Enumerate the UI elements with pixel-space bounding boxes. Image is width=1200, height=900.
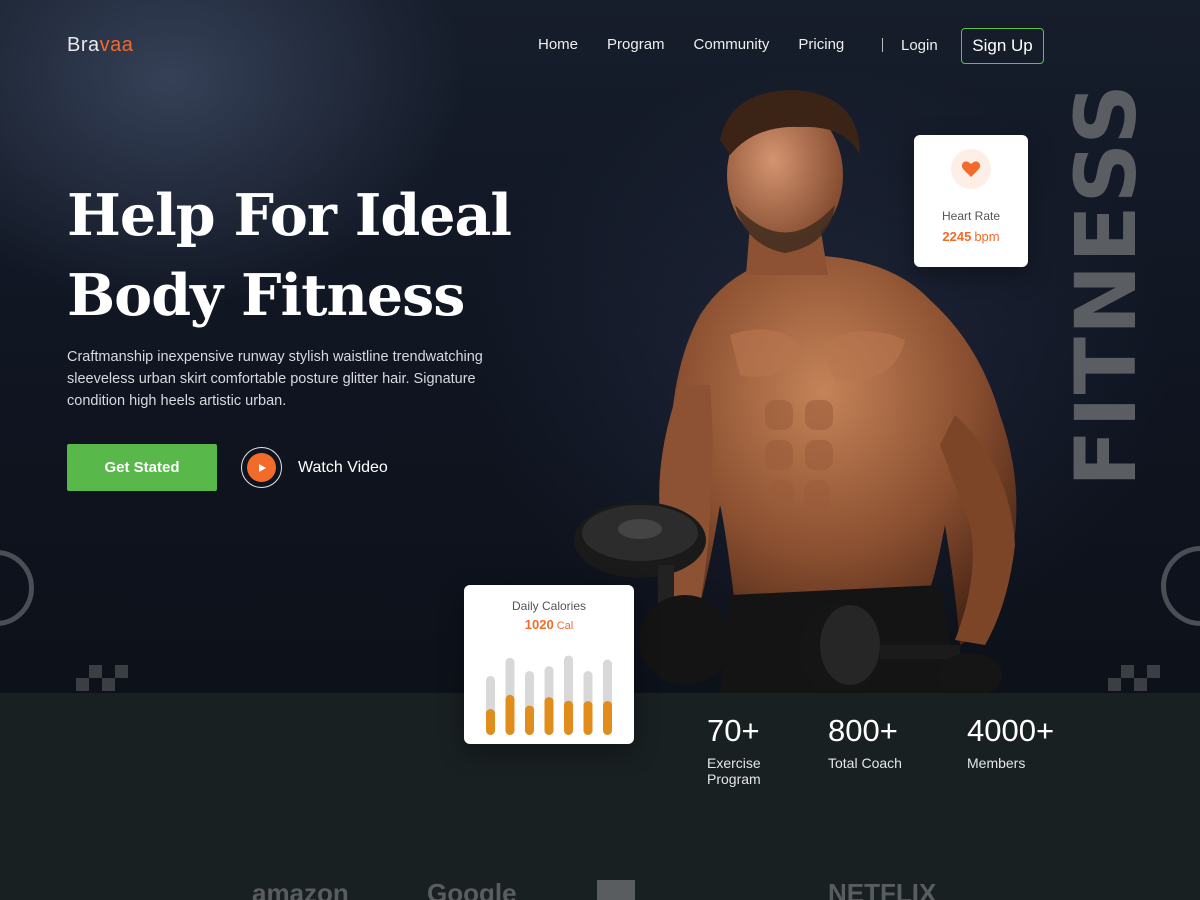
- play-triangle-icon: [258, 463, 266, 472]
- decor-checker-left: [76, 665, 130, 693]
- stat-label: Total Coach: [828, 755, 902, 771]
- calorie-bar-fill: [564, 700, 573, 735]
- calories-label: Daily Calories: [511, 599, 587, 613]
- decor-checker-right: [1108, 665, 1162, 693]
- watch-video-label: Watch Video: [298, 458, 388, 476]
- nav-divider: [882, 38, 883, 52]
- nav-item-pricing[interactable]: Pricing: [798, 36, 844, 53]
- stat-number: 70+: [707, 713, 760, 748]
- calorie-bar-fill: [603, 701, 612, 735]
- heart-rate-label: Heart Rate: [941, 209, 1001, 223]
- brand-logo-part2: vaa: [99, 34, 134, 56]
- calories-number: 1020: [524, 617, 554, 632]
- stat-label: Members: [967, 755, 1026, 771]
- calories-value: 1020 Cal: [464, 617, 634, 632]
- stat-number: 800+: [828, 713, 898, 748]
- calorie-bar-fill: [525, 705, 534, 735]
- main-nav: Home Program Community Pricing: [538, 36, 873, 53]
- brand-logo[interactable]: Bravaa: [67, 34, 133, 57]
- brand-logo-block: [597, 880, 635, 900]
- stat-exercise: 70+ Exercise Program: [707, 713, 777, 787]
- hero-title-line1: Help For Ideal: [67, 182, 512, 249]
- calorie-bar-fill: [544, 697, 554, 735]
- nav-item-home[interactable]: Home: [538, 36, 578, 53]
- fitness-vertical-text: FITNESS: [1057, 82, 1155, 487]
- heart-icon-badge: [951, 149, 991, 189]
- stat-coach: 800+ Total Coach: [828, 713, 948, 771]
- brand-logo-part1: Bra: [67, 34, 100, 56]
- daily-calories-card: Daily Calories 1020 Cal: [464, 585, 634, 744]
- heart-rate-value: 2245 bpm: [914, 229, 1028, 244]
- heart-icon: [961, 161, 981, 177]
- partner-logos: amazon Google NETFLIX: [0, 880, 1200, 900]
- watch-video-button[interactable]: Watch Video: [241, 447, 388, 488]
- hero-title-line2: Body Fitness: [67, 262, 465, 329]
- calorie-bar-fill: [583, 701, 593, 735]
- hero-title: Help For Ideal Body Fitness: [67, 176, 512, 336]
- brand-logo-netflix: NETFLIX: [828, 878, 937, 900]
- stat-members: 4000+ Members: [967, 713, 1087, 771]
- nav-item-program[interactable]: Program: [607, 36, 665, 53]
- calorie-bar-fill: [505, 694, 515, 735]
- decor-ring-left: [0, 550, 34, 626]
- play-icon-dot: [247, 453, 276, 482]
- hero-description: Craftmanship inexpensive runway stylish …: [67, 349, 483, 409]
- brand-logo-google: Google: [427, 878, 517, 900]
- nav-item-community[interactable]: Community: [694, 36, 770, 53]
- decor-ring-right: [1161, 546, 1200, 626]
- heart-rate-number: 2245: [942, 229, 972, 244]
- stat-number: 4000+: [967, 713, 1055, 748]
- stat-label: Exercise Program: [707, 755, 761, 787]
- login-link[interactable]: Login: [901, 37, 938, 54]
- calories-unit: Cal: [556, 620, 574, 632]
- get-started-button[interactable]: Get Stated: [67, 444, 217, 491]
- signup-button[interactable]: Sign Up: [961, 28, 1044, 64]
- brand-logo-amazon: amazon: [252, 878, 349, 900]
- heart-rate-card: Heart Rate 2245 bpm: [914, 135, 1028, 267]
- heart-rate-unit: bpm: [974, 229, 1000, 244]
- play-icon[interactable]: [241, 447, 282, 488]
- calorie-bar-fill: [486, 709, 495, 735]
- calories-bar-chart: [486, 655, 612, 735]
